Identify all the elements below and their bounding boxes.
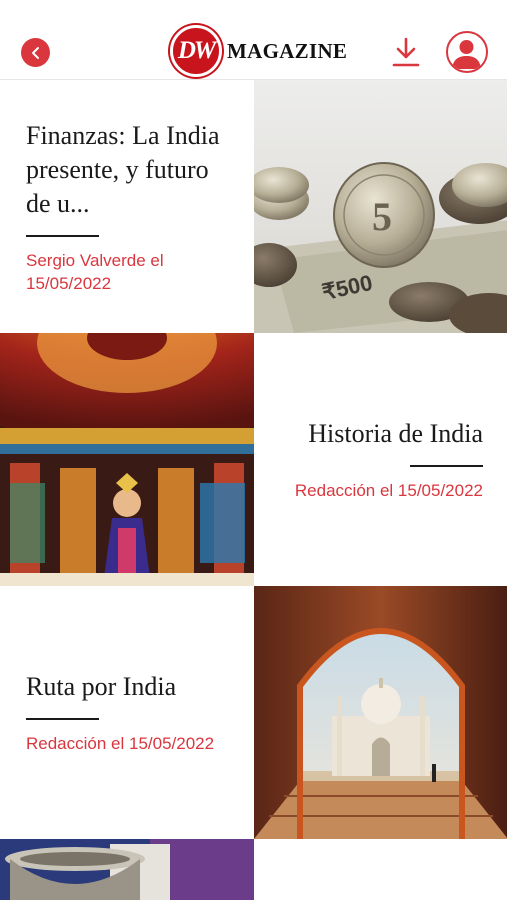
- article-image-vessel[interactable]: [0, 839, 254, 900]
- download-icon: [392, 37, 420, 67]
- logo-text: MAGAZINE: [227, 38, 348, 63]
- temple-image: [0, 333, 254, 586]
- app-header: DW MAGAZINE: [0, 0, 507, 80]
- article-title: Finanzas: La India presente, y futuro de…: [26, 120, 220, 218]
- article-author-date: Redacción el 15/05/2022: [294, 481, 483, 500]
- taj-mahal-image: [254, 586, 507, 839]
- title-divider: [410, 465, 483, 467]
- download-button[interactable]: [392, 36, 420, 68]
- article-image-coins[interactable]: ₹500 5: [254, 80, 507, 333]
- article-author-date: Sergio Valverde el 15/05/2022: [26, 250, 164, 293]
- article-card-historia[interactable]: Historia de India Redacción el 15/05/202…: [254, 333, 507, 586]
- title-divider: [26, 718, 99, 720]
- article-title: Ruta por India: [26, 672, 177, 701]
- article-image-temple[interactable]: [0, 333, 254, 586]
- user-icon: [452, 40, 481, 69]
- article-image-taj-mahal[interactable]: [254, 586, 507, 839]
- app-logo[interactable]: DW MAGAZINE: [170, 25, 347, 77]
- coins-image: ₹500 5: [254, 80, 507, 333]
- article-title: Historia de India: [308, 419, 483, 448]
- article-author-date: Redacción el 15/05/2022: [26, 734, 215, 753]
- logo-mark-text: DW: [177, 37, 216, 64]
- back-button[interactable]: [21, 38, 50, 67]
- logo-mark: DW: [170, 25, 222, 77]
- svg-text:5: 5: [372, 194, 392, 239]
- profile-button[interactable]: [446, 31, 488, 73]
- title-divider: [26, 234, 99, 237]
- chevron-left-icon: [31, 46, 39, 59]
- vessel-image: [0, 839, 254, 900]
- article-card-ruta[interactable]: Ruta por India Redacción el 15/05/2022: [0, 586, 254, 839]
- article-card-finanzas[interactable]: Finanzas: La India presente, y futuro de…: [0, 80, 254, 333]
